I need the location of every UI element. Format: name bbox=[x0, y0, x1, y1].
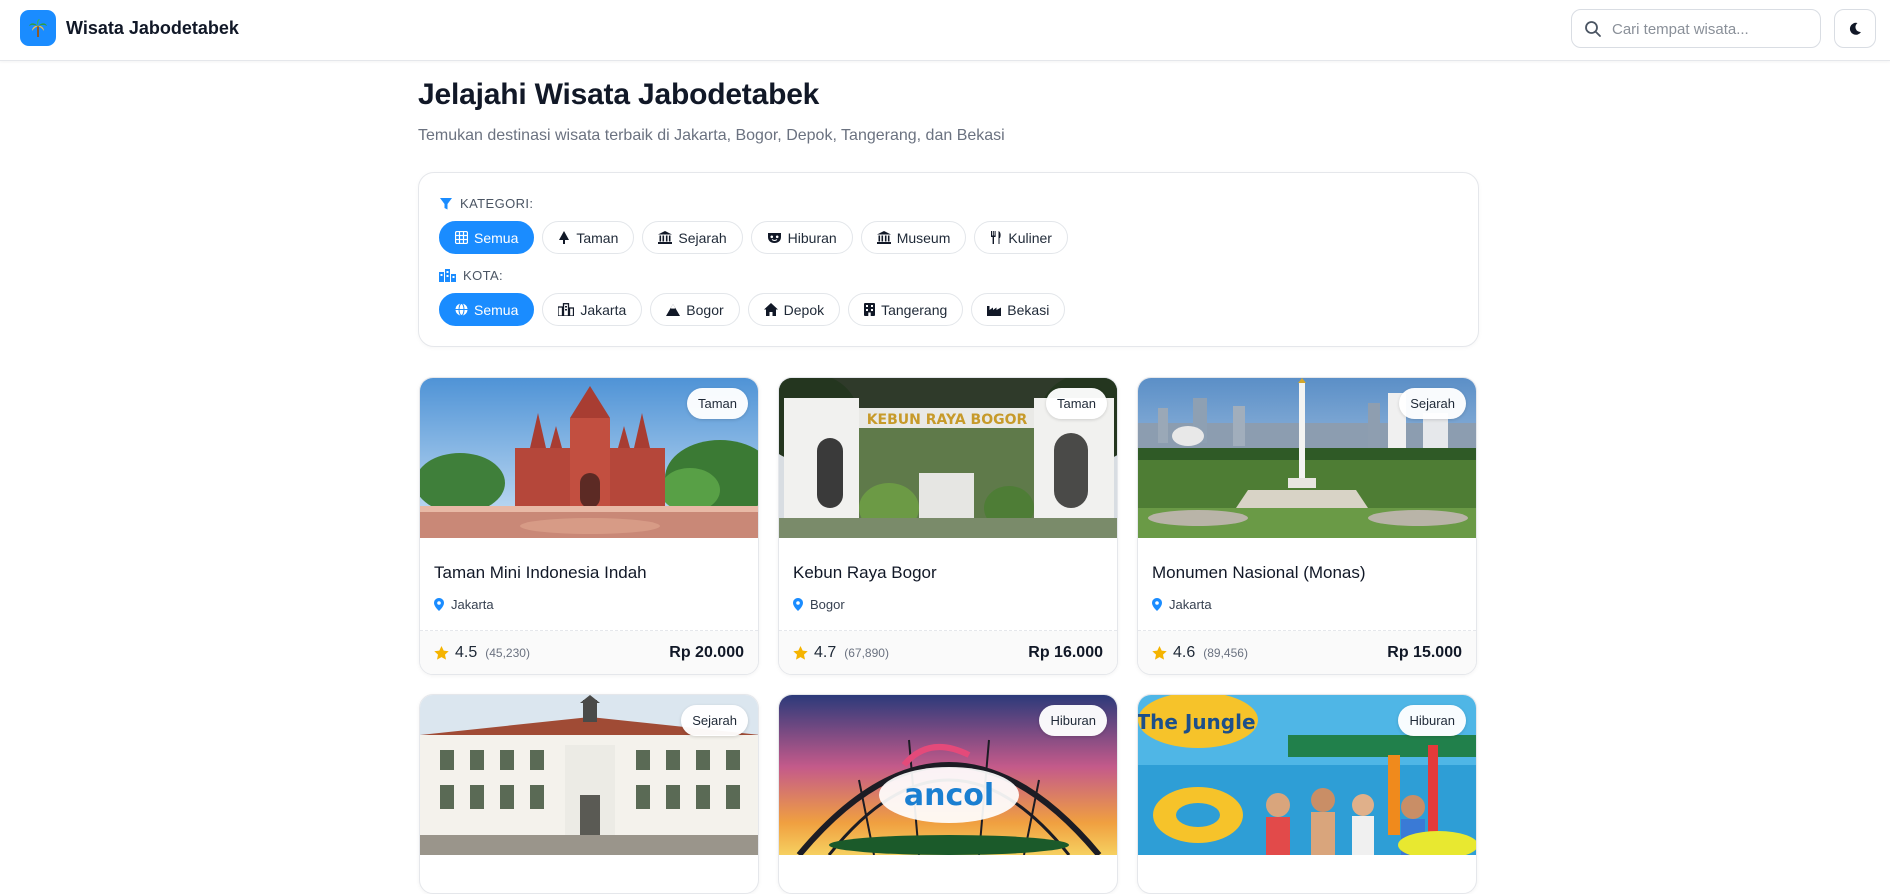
review-count: (67,890) bbox=[844, 646, 889, 660]
map-pin-icon bbox=[793, 598, 803, 611]
category-chip-kuliner[interactable]: Kuliner bbox=[974, 221, 1068, 254]
page-title: Jelajahi Wisata Jabodetabek bbox=[418, 78, 820, 111]
star-icon bbox=[1152, 646, 1167, 660]
star-icon bbox=[793, 646, 808, 660]
city-chip-semua[interactable]: Semua bbox=[439, 293, 535, 326]
rating: 4.6 (89,456) bbox=[1152, 644, 1248, 662]
search-icon bbox=[1585, 21, 1601, 37]
destination-location: Jakarta bbox=[1152, 597, 1212, 612]
destination-photo: ancol Hiburan bbox=[779, 695, 1117, 855]
category-badge: Sejarah bbox=[1399, 388, 1466, 419]
card-footer: 4.6 (89,456) Rp 15.000 bbox=[1138, 631, 1476, 674]
museum-icon bbox=[876, 231, 891, 244]
category-chip-semua[interactable]: Semua bbox=[439, 221, 535, 254]
destination-title[interactable]: Monumen Nasional (Monas) bbox=[1152, 563, 1366, 583]
search-input[interactable] bbox=[1612, 18, 1812, 40]
destination-photo: Sejarah bbox=[420, 695, 758, 855]
city-chip-bekasi[interactable]: Bekasi bbox=[971, 293, 1066, 326]
rating: 4.5 (45,230) bbox=[434, 644, 530, 662]
search-box[interactable] bbox=[1571, 9, 1821, 48]
home-icon bbox=[763, 303, 778, 316]
page-subtitle: Temukan destinasi wisata terbaik di Jaka… bbox=[418, 127, 1005, 144]
city-icon bbox=[558, 303, 575, 316]
destination-card[interactable]: KEBUN RAYA BOGOR Taman Kebun Raya Bogor … bbox=[778, 377, 1118, 675]
category-badge: Taman bbox=[1045, 388, 1107, 419]
destination-card[interactable]: Sejarah Monumen Nasional (Monas) Jakarta… bbox=[1137, 377, 1477, 675]
city-chip-depok[interactable]: Depok bbox=[747, 293, 841, 326]
city-chip-tangerang[interactable]: Tangerang bbox=[848, 293, 964, 326]
building-icon bbox=[864, 303, 876, 316]
utensils-icon bbox=[991, 231, 1001, 244]
grid-icon bbox=[455, 231, 468, 244]
mountain-icon bbox=[666, 303, 681, 316]
category-chip-museum[interactable]: Museum bbox=[860, 221, 967, 254]
globe-icon bbox=[455, 303, 468, 316]
destination-title[interactable]: Kebun Raya Bogor bbox=[793, 563, 937, 583]
category-chip-taman[interactable]: Taman bbox=[542, 221, 635, 254]
tree-icon bbox=[559, 231, 570, 244]
category-filter-label: KATEGORI: bbox=[439, 196, 533, 211]
top-navbar: Wisata Jabodetabek bbox=[0, 0, 1890, 61]
category-chip-row: Semua Taman Sejarah Hiburan Museum Kulin… bbox=[439, 221, 1068, 254]
moon-icon bbox=[1849, 22, 1861, 35]
category-badge: Sejarah bbox=[681, 705, 748, 736]
destination-photo: The Jungle Hiburan bbox=[1138, 695, 1476, 855]
card-footer: 4.7 (67,890) Rp 16.000 bbox=[779, 631, 1117, 674]
city-icon bbox=[439, 269, 456, 282]
review-count: (89,456) bbox=[1203, 646, 1248, 660]
destination-title[interactable]: Taman Mini Indonesia Indah bbox=[434, 563, 647, 583]
landmark-icon bbox=[658, 231, 673, 244]
card-footer: 4.5 (45,230) Rp 20.000 bbox=[420, 631, 758, 674]
filter-icon bbox=[440, 197, 452, 209]
svg-text:The Jungle: The Jungle bbox=[1138, 710, 1256, 734]
palm-tree-logo-icon[interactable] bbox=[20, 10, 56, 46]
svg-text:KEBUN RAYA BOGOR: KEBUN RAYA BOGOR bbox=[867, 412, 1028, 428]
category-badge: Hiburan bbox=[1398, 705, 1466, 736]
category-chip-hiburan[interactable]: Hiburan bbox=[750, 221, 853, 254]
svg-text:ancol: ancol bbox=[904, 778, 994, 813]
destination-location: Jakarta bbox=[434, 597, 494, 612]
city-filter-label: KOTA: bbox=[439, 268, 503, 283]
city-chip-bogor[interactable]: Bogor bbox=[650, 293, 740, 326]
brand-name[interactable]: Wisata Jabodetabek bbox=[66, 18, 239, 39]
destination-photo: KEBUN RAYA BOGOR Taman bbox=[779, 378, 1117, 538]
ticket-price: Rp 15.000 bbox=[1387, 644, 1462, 661]
ticket-price: Rp 20.000 bbox=[669, 644, 744, 661]
destination-card[interactable]: ancol Hiburan bbox=[778, 694, 1118, 894]
map-pin-icon bbox=[434, 598, 444, 611]
destination-location: Bogor bbox=[793, 597, 845, 612]
industry-icon bbox=[987, 305, 1002, 316]
map-pin-icon bbox=[1152, 598, 1162, 611]
destination-photo: Sejarah bbox=[1138, 378, 1476, 538]
rating: 4.7 (67,890) bbox=[793, 644, 889, 662]
destination-card[interactable]: Taman Taman Mini Indonesia Indah Jakarta… bbox=[419, 377, 759, 675]
star-icon bbox=[434, 646, 449, 660]
filter-panel: KATEGORI: Semua Taman Sejarah Hiburan Mu… bbox=[418, 172, 1479, 347]
mask-icon bbox=[767, 232, 781, 243]
destination-photo: Taman bbox=[420, 378, 758, 538]
category-chip-sejarah[interactable]: Sejarah bbox=[642, 221, 743, 254]
ticket-price: Rp 16.000 bbox=[1028, 644, 1103, 661]
city-chip-row: Semua Jakarta Bogor Depok Tangerang Beka… bbox=[439, 293, 1066, 326]
category-badge: Hiburan bbox=[1039, 705, 1107, 736]
theme-toggle-button[interactable] bbox=[1834, 9, 1876, 48]
destination-card[interactable]: The Jungle Hiburan bbox=[1137, 694, 1477, 894]
category-badge: Taman bbox=[686, 388, 748, 419]
destination-card[interactable]: Sejarah bbox=[419, 694, 759, 894]
city-chip-jakarta[interactable]: Jakarta bbox=[542, 293, 643, 326]
review-count: (45,230) bbox=[485, 646, 530, 660]
